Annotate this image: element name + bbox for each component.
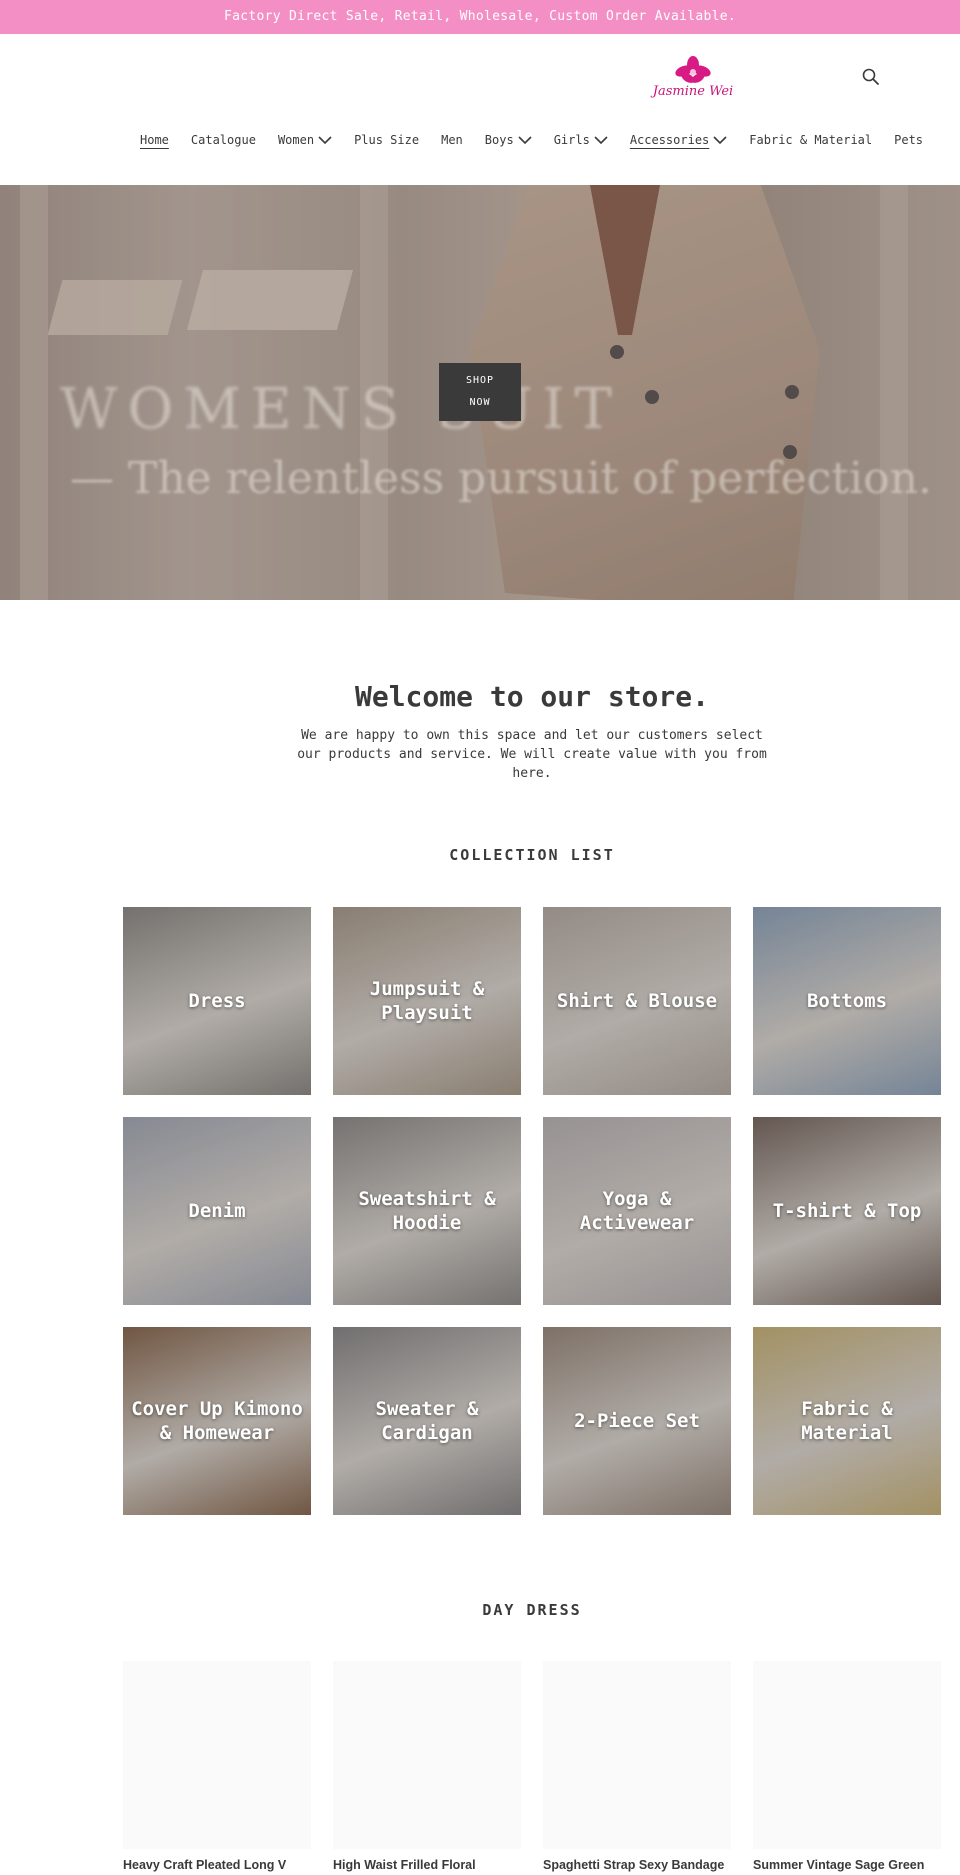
chevron-down-icon: [713, 136, 727, 145]
nav-label: Plus Size: [354, 133, 420, 147]
collection-tile-fabric[interactable]: Fabric & Material: [753, 1327, 941, 1515]
nav-item-home[interactable]: Home: [140, 133, 169, 147]
hero-tagline: — The relentless pursuit of perfection.: [70, 453, 932, 504]
chevron-down-icon: [594, 136, 608, 145]
chevron-down-icon: [318, 136, 332, 145]
product-image[interactable]: [333, 1661, 521, 1849]
main-nav: Home Catalogue Women Plus Size Men Boys …: [140, 128, 945, 152]
product-title[interactable]: High Waist Frilled Floral: [333, 1858, 521, 1872]
collection-tile-sweater[interactable]: Sweater & Cardigan: [333, 1327, 521, 1515]
nav-item-men[interactable]: Men: [441, 133, 463, 147]
product-image[interactable]: [123, 1661, 311, 1849]
nav-label: Girls: [553, 133, 590, 147]
nav-label: Catalogue: [190, 133, 256, 147]
site-header: Jasmine Wei Home Catalogue Women Plus Si…: [0, 34, 960, 185]
nav-item-girls[interactable]: Girls: [554, 133, 608, 147]
collection-label: T-shirt & Top: [772, 1200, 922, 1222]
collection-tile-bottoms[interactable]: Bottoms: [753, 907, 941, 1095]
nav-item-plus-size[interactable]: Plus Size: [354, 133, 419, 147]
nav-item-fabric-material[interactable]: Fabric & Material: [749, 133, 872, 147]
nav-item-pets[interactable]: Pets: [894, 133, 923, 147]
nav-label: Women: [277, 133, 315, 147]
nav-label: Accessories: [629, 133, 710, 147]
nav-label: Fabric & Material: [749, 133, 873, 147]
collection-tile-2-piece[interactable]: 2-Piece Set: [543, 1327, 731, 1515]
shop-now-button[interactable]: SHOP NOW: [439, 363, 521, 421]
announcement-bar: Factory Direct Sale, Retail, Wholesale, …: [0, 0, 960, 34]
collection-tile-yoga[interactable]: Yoga & Activewear: [543, 1117, 731, 1305]
collection-label: Yoga & Activewear: [579, 1188, 695, 1234]
nav-label: Home: [140, 133, 169, 147]
collection-label: 2-Piece Set: [574, 1410, 700, 1432]
collection-label: Jumpsuit & Playsuit: [369, 978, 485, 1024]
logo-text: Jasmine Wei: [652, 84, 734, 99]
nav-item-catalogue[interactable]: Catalogue: [191, 133, 256, 147]
product-title[interactable]: Heavy Craft Pleated Long V: [123, 1858, 311, 1872]
collection-label: Cover Up Kimono & Homewear: [131, 1398, 303, 1444]
collection-tile-shirt-blouse[interactable]: Shirt & Blouse: [543, 907, 731, 1095]
brand-logo[interactable]: Jasmine Wei: [652, 56, 734, 106]
product-image[interactable]: [543, 1661, 731, 1849]
product-card[interactable]: High Waist Frilled Floral: [333, 1661, 521, 1872]
product-title[interactable]: Spaghetti Strap Sexy Bandage: [543, 1858, 731, 1872]
collection-tile-jumpsuit[interactable]: Jumpsuit & Playsuit: [333, 907, 521, 1095]
nav-label: Pets: [894, 133, 924, 147]
nav-item-women[interactable]: Women: [278, 133, 332, 147]
product-image[interactable]: [753, 1661, 941, 1849]
collection-label: Sweater & Cardigan: [375, 1398, 479, 1444]
collection-label: Dress: [188, 990, 246, 1012]
collection-list-title: COLLECTION LIST: [449, 846, 615, 864]
collection-tile-sweatshirt[interactable]: Sweatshirt & Hoodie: [333, 1117, 521, 1305]
collection-tile-dress[interactable]: Dress: [123, 907, 311, 1095]
search-icon[interactable]: [860, 66, 882, 88]
shop-now-line2: NOW: [469, 397, 491, 408]
product-title[interactable]: Summer Vintage Sage Green: [753, 1858, 941, 1872]
hero-banner: WOMENS SUIT — The relentless pursuit of …: [0, 185, 960, 600]
product-card[interactable]: Summer Vintage Sage Green: [753, 1661, 941, 1872]
collection-tile-tshirt[interactable]: T-shirt & Top: [753, 1117, 941, 1305]
nav-label: Men: [441, 133, 463, 147]
product-card[interactable]: Spaghetti Strap Sexy Bandage: [543, 1661, 731, 1872]
shop-now-line1: SHOP: [465, 375, 495, 386]
collection-label: Denim: [188, 1200, 246, 1222]
hero-headline: WOMENS SUIT: [60, 377, 622, 442]
welcome-text: We are happy to own this space and let o…: [297, 728, 767, 781]
collection-label: Bottoms: [806, 990, 888, 1012]
day-dress-title: DAY DRESS: [482, 1601, 582, 1619]
collection-tile-cover-up[interactable]: Cover Up Kimono & Homewear: [123, 1327, 311, 1515]
collection-label: Fabric & Material: [801, 1398, 893, 1444]
nav-label: Boys: [484, 133, 514, 147]
nav-item-boys[interactable]: Boys: [485, 133, 532, 147]
product-card[interactable]: Heavy Craft Pleated Long V: [123, 1661, 311, 1872]
collection-label: Shirt & Blouse: [556, 990, 718, 1012]
collection-tile-denim[interactable]: Denim: [123, 1117, 311, 1305]
collection-label: Sweatshirt & Hoodie: [358, 1188, 496, 1234]
chevron-down-icon: [518, 136, 532, 145]
welcome-title: Welcome to our store.: [354, 680, 709, 713]
nav-item-accessories[interactable]: Accessories: [630, 133, 727, 147]
